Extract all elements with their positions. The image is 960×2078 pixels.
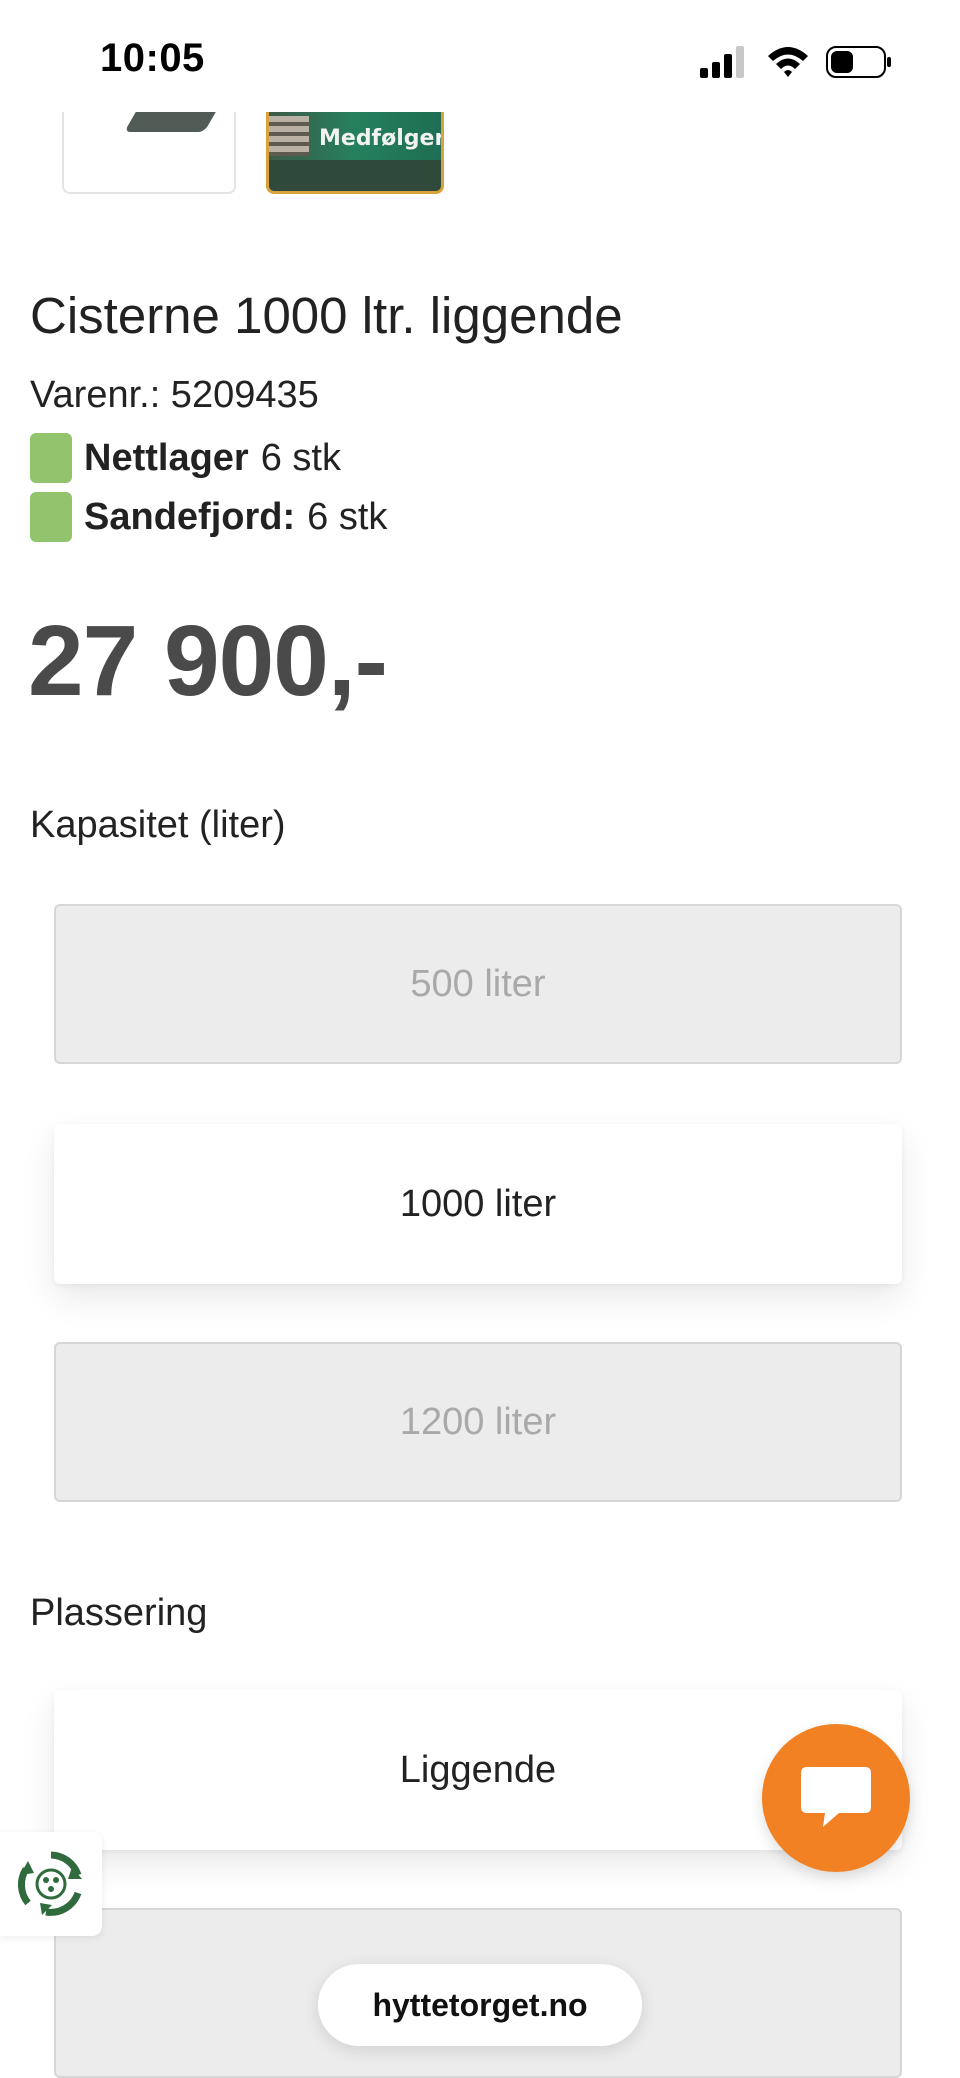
status-bar: 10:05: [0, 0, 960, 112]
stock-location: Sandefjord:: [84, 495, 296, 538]
product-title: Cisterne 1000 ltr. liggende: [30, 287, 623, 344]
battery-icon: [826, 46, 891, 78]
stock-quantity: 6 stk: [260, 436, 341, 479]
recycle-badge[interactable]: [0, 1832, 102, 1936]
stock-indicator: [30, 433, 72, 483]
placement-label: Plassering: [30, 1592, 208, 1634]
capacity-option-1000[interactable]: 1000 liter: [54, 1124, 902, 1284]
product-price: 27 900,-: [28, 605, 388, 717]
status-time: 10:05: [100, 36, 205, 80]
stock-location: Nettlager: [84, 436, 249, 479]
signal-icon: [700, 46, 744, 78]
product-sku: Varenr.: 5209435: [30, 374, 319, 416]
stock-indicator: [30, 492, 72, 542]
stock-row: Nettlager 6 stk: [30, 433, 341, 483]
tank-image: [124, 112, 216, 132]
chat-button[interactable]: [762, 1724, 910, 1872]
recycle-icon: [17, 1851, 82, 1916]
chat-bubble-icon: [801, 1767, 871, 1827]
browser-url-bar[interactable]: hyttetorget.no: [318, 1964, 642, 2046]
stock-quantity: 6 stk: [307, 495, 388, 538]
fittings-image: [269, 116, 309, 156]
wifi-icon: [768, 47, 808, 77]
thumbnail-label: Medfølger: [319, 126, 444, 151]
capacity-label: Kapasitet (liter): [30, 804, 286, 846]
stock-row: Sandefjord: 6 stk: [30, 492, 387, 542]
product-thumbnail-selected[interactable]: Medfølger: [266, 112, 444, 194]
product-thumbnail[interactable]: [62, 112, 236, 194]
capacity-option-1200[interactable]: 1200 liter: [54, 1342, 902, 1502]
capacity-option-500[interactable]: 500 liter: [54, 904, 902, 1064]
